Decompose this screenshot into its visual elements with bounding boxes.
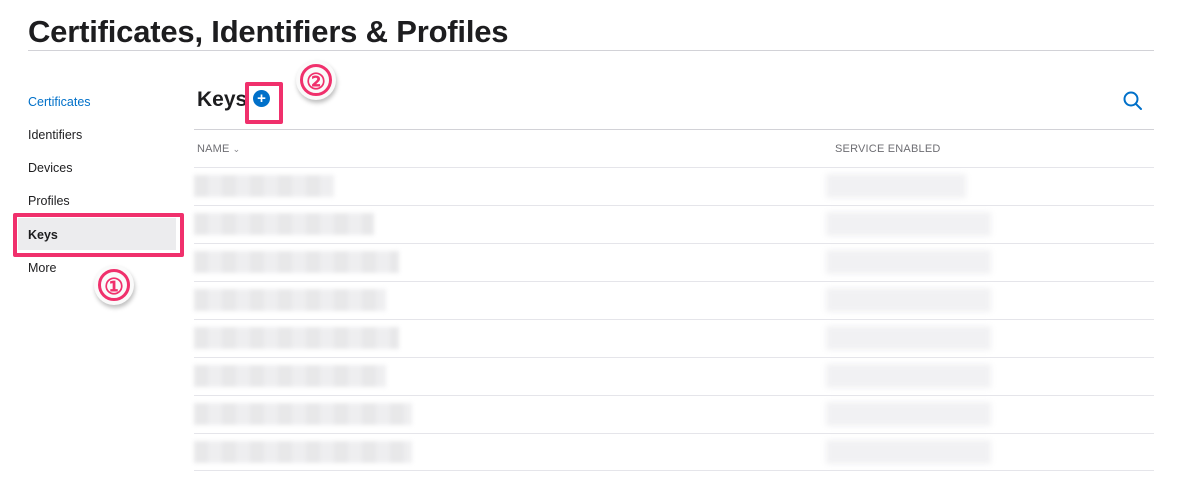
- table-row[interactable]: [194, 395, 1154, 433]
- redacted-name: [194, 365, 386, 387]
- keys-highlight-box: [13, 213, 184, 257]
- redacted-service: [826, 326, 991, 350]
- redacted-name: [194, 289, 386, 311]
- redacted-service: [826, 174, 966, 198]
- table-row[interactable]: [194, 205, 1154, 243]
- chevron-down-icon: ⌄: [232, 144, 241, 154]
- table-top-divider: [194, 129, 1154, 130]
- redacted-service: [826, 212, 991, 236]
- redacted-name: [194, 441, 412, 463]
- section-title: Keys: [197, 88, 248, 111]
- sidebar-item-devices[interactable]: Devices: [28, 161, 72, 175]
- redacted-service: [826, 288, 991, 312]
- redacted-name: [194, 213, 374, 235]
- column-header-name-label: NAME: [197, 143, 230, 155]
- search-icon: [1123, 91, 1142, 110]
- table-row[interactable]: [194, 357, 1154, 395]
- step-2-badge: ②: [296, 60, 336, 100]
- table-row[interactable]: [194, 433, 1154, 471]
- redacted-service: [826, 440, 991, 464]
- redacted-service: [826, 364, 991, 388]
- sidebar-item-profiles[interactable]: Profiles: [28, 194, 70, 208]
- redacted-name: [194, 251, 399, 273]
- table-row[interactable]: [194, 319, 1154, 357]
- search-button[interactable]: [1122, 90, 1144, 112]
- column-header-name[interactable]: NAME ⌄: [197, 143, 240, 155]
- table-row[interactable]: [194, 243, 1154, 281]
- table-row[interactable]: [194, 281, 1154, 319]
- redacted-service: [826, 402, 991, 426]
- sidebar-item-identifiers[interactable]: Identifiers: [28, 128, 82, 142]
- column-header-service-enabled[interactable]: SERVICE ENABLED: [835, 143, 941, 155]
- table-bottom-divider: [194, 470, 1154, 471]
- table-row[interactable]: [194, 167, 1154, 205]
- title-divider: [28, 50, 1154, 51]
- sidebar-item-certificates[interactable]: Certificates: [28, 95, 91, 109]
- step-1-label: ①: [98, 269, 130, 301]
- add-button-highlight-box: [245, 82, 283, 124]
- redacted-service: [826, 250, 991, 274]
- sidebar-item-more[interactable]: More: [28, 261, 56, 275]
- redacted-name: [194, 327, 399, 349]
- sidebar: Certificates Identifiers Devices Profile…: [0, 0, 190, 497]
- redacted-name: [194, 175, 334, 197]
- step-2-label: ②: [300, 64, 332, 96]
- redacted-name: [194, 403, 412, 425]
- step-1-badge: ①: [94, 265, 134, 305]
